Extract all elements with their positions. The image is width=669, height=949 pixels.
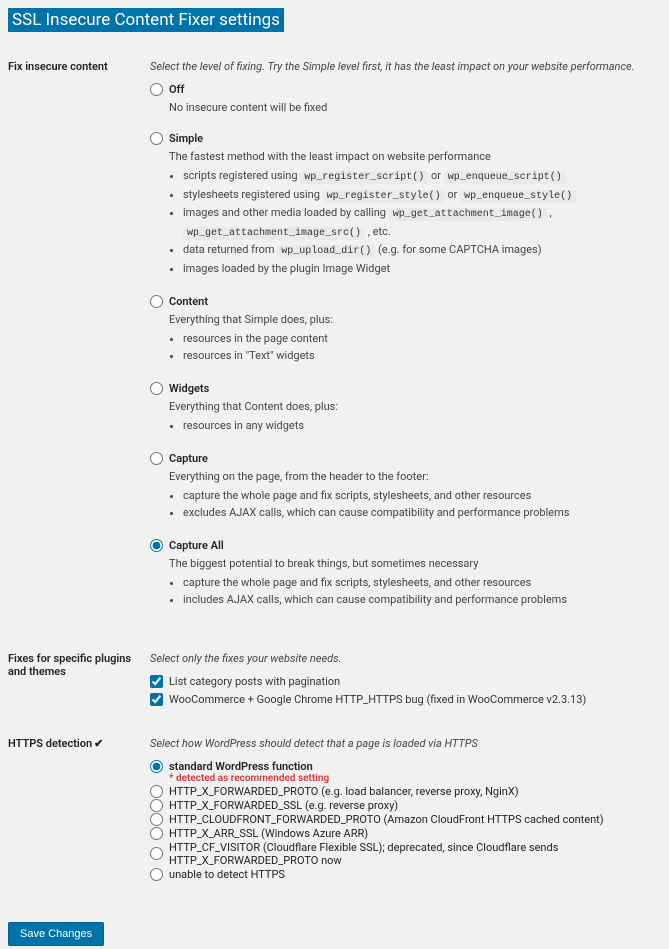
save-changes-button[interactable]: Save Changes bbox=[8, 922, 104, 946]
https-radio-standard[interactable] bbox=[150, 760, 163, 773]
check-icon: ✔ bbox=[94, 737, 103, 750]
https-radio-cfvisitor-label[interactable]: HTTP_CF_VISITOR (Cloudflare Flexible SSL… bbox=[169, 841, 661, 867]
plugin-fixes-desc: Select only the fixes your website needs… bbox=[150, 652, 661, 665]
page-title: SSL Insecure Content Fixer settings bbox=[8, 8, 284, 32]
plugin-fix-lcp-label[interactable]: List category posts with pagination bbox=[169, 675, 340, 688]
fix-radio-capture[interactable] bbox=[150, 452, 163, 465]
https-radio-cfvisitor[interactable] bbox=[150, 847, 163, 860]
plugin-fixes-label: Fixes for specific plugins and themes bbox=[8, 652, 150, 711]
fix-radio-widgets-label[interactable]: Widgets bbox=[169, 382, 209, 395]
fix-capture-list: capture the whole page and fix scripts, … bbox=[169, 487, 661, 521]
fix-radio-capture-all[interactable] bbox=[150, 539, 163, 552]
fix-option-capture-all: Capture All The biggest potential to bre… bbox=[150, 539, 661, 608]
fix-radio-capture-label[interactable]: Capture bbox=[169, 452, 208, 465]
fix-radio-content[interactable] bbox=[150, 295, 163, 308]
fix-simple-desc: The fastest method with the least impact… bbox=[169, 150, 661, 163]
https-radio-cloudfront-label[interactable]: HTTP_CLOUDFRONT_FORWARDED_PROTO (Amazon … bbox=[169, 813, 604, 826]
fix-description: Select the level of fixing. Try the Simp… bbox=[150, 60, 661, 73]
https-recommended-note: * detected as recommended setting bbox=[169, 773, 661, 784]
fix-radio-content-label[interactable]: Content bbox=[169, 295, 208, 308]
fix-simple-list: scripts registered using wp_register_scr… bbox=[169, 167, 661, 277]
fix-off-desc: No insecure content will be fixed bbox=[169, 101, 661, 114]
fix-capture-desc: Everything on the page, from the header … bbox=[169, 470, 661, 483]
fix-content-desc: Everything that Simple does, plus: bbox=[169, 313, 661, 326]
fix-radio-off-label[interactable]: Off bbox=[169, 83, 184, 96]
https-radio-xfproto-label[interactable]: HTTP_X_FORWARDED_PROTO (e.g. load balanc… bbox=[169, 785, 519, 798]
https-radio-xfssl-label[interactable]: HTTP_X_FORWARDED_SSL (e.g. reverse proxy… bbox=[169, 799, 398, 812]
https-radio-unable[interactable] bbox=[150, 868, 163, 881]
plugin-fixes-section: Fixes for specific plugins and themes Se… bbox=[8, 652, 661, 711]
fix-content-list: resources in the page content resources … bbox=[169, 330, 661, 364]
fix-radio-simple-label[interactable]: Simple bbox=[169, 132, 203, 145]
fix-label: Fix insecure content bbox=[8, 60, 150, 626]
https-detection-desc: Select how WordPress should detect that … bbox=[150, 737, 661, 750]
https-radio-xfproto[interactable] bbox=[150, 785, 163, 798]
fix-insecure-content-section: Fix insecure content Select the level of… bbox=[8, 60, 661, 626]
fix-radio-simple[interactable] bbox=[150, 132, 163, 145]
https-detection-section: HTTPS detection✔ Select how WordPress sh… bbox=[8, 737, 661, 882]
plugin-fix-woo-checkbox[interactable] bbox=[150, 693, 163, 706]
https-radio-arrssl[interactable] bbox=[150, 827, 163, 840]
fix-option-capture: Capture Everything on the page, from the… bbox=[150, 452, 661, 521]
fix-widgets-list: resources in any widgets bbox=[169, 417, 661, 434]
plugin-fix-lcp-checkbox[interactable] bbox=[150, 675, 163, 688]
fix-radio-capture-all-label[interactable]: Capture All bbox=[169, 539, 224, 552]
fix-option-simple: Simple The fastest method with the least… bbox=[150, 132, 661, 277]
fix-option-content: Content Everything that Simple does, plu… bbox=[150, 295, 661, 364]
plugin-fix-woo-label[interactable]: WooCommerce + Google Chrome HTTP_HTTPS b… bbox=[169, 693, 586, 706]
fix-option-off: Off No insecure content will be fixed bbox=[150, 83, 661, 114]
fix-capture-all-list: capture the whole page and fix scripts, … bbox=[169, 574, 661, 608]
https-radio-arrssl-label[interactable]: HTTP_X_ARR_SSL (Windows Azure ARR) bbox=[169, 827, 368, 840]
https-radio-cloudfront[interactable] bbox=[150, 813, 163, 826]
fix-option-widgets: Widgets Everything that Content does, pl… bbox=[150, 382, 661, 434]
fix-radio-widgets[interactable] bbox=[150, 382, 163, 395]
https-detection-label: HTTPS detection✔ bbox=[8, 737, 150, 882]
fix-widgets-desc: Everything that Content does, plus: bbox=[169, 400, 661, 413]
https-radio-standard-label[interactable]: standard WordPress function bbox=[169, 760, 313, 773]
fix-capture-all-desc: The biggest potential to break things, b… bbox=[169, 557, 661, 570]
https-radio-xfssl[interactable] bbox=[150, 799, 163, 812]
https-option-standard: standard WordPress function * detected a… bbox=[150, 760, 661, 784]
https-radio-unable-label[interactable]: unable to detect HTTPS bbox=[169, 868, 285, 881]
fix-radio-off[interactable] bbox=[150, 83, 163, 96]
